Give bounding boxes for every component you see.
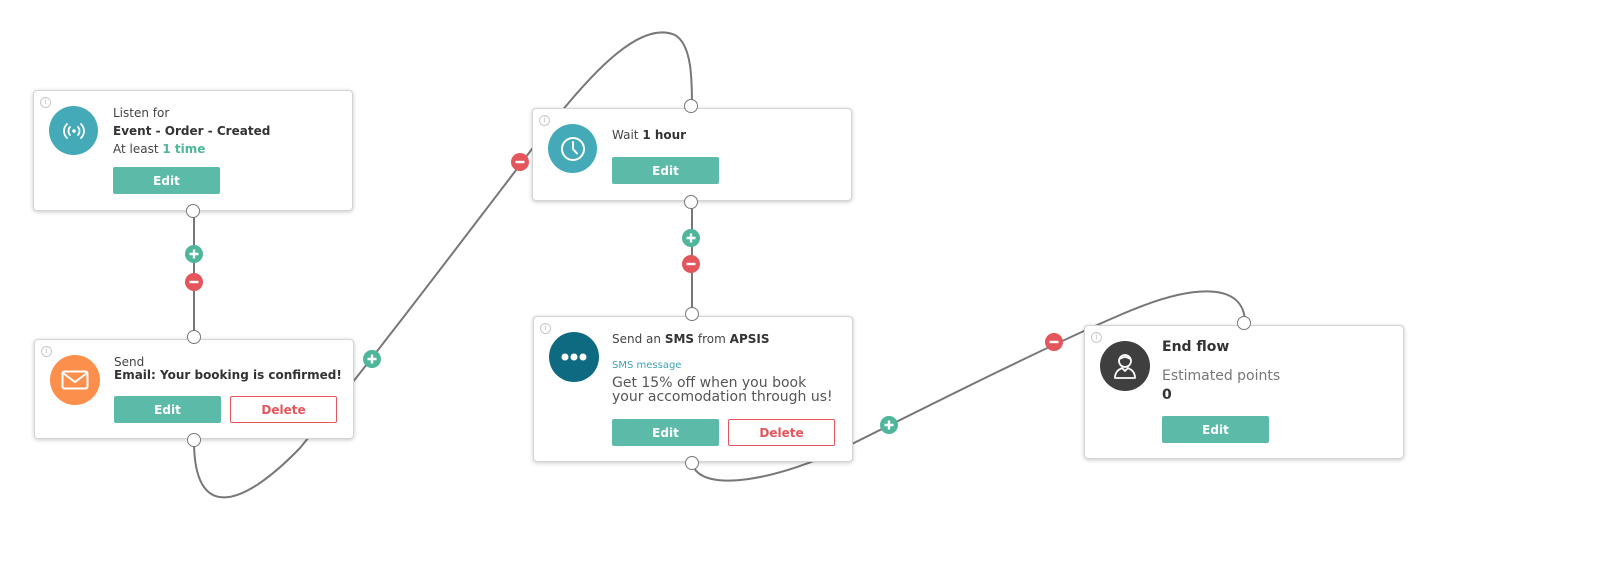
node-wait[interactable]: i Wait 1 hour Edit (532, 108, 852, 201)
wait-duration: 1 hour (642, 128, 687, 142)
port-email-in[interactable] (187, 330, 201, 344)
plus-icon (884, 420, 894, 430)
plus-icon (189, 249, 199, 259)
edit-button[interactable]: Edit (612, 419, 719, 446)
frequency: At least 1 time (113, 140, 205, 158)
minus-icon (189, 280, 199, 284)
port-wait-in[interactable] (684, 99, 698, 113)
end-flow-title: End flow (1162, 339, 1230, 355)
node-send-email[interactable]: i Send Email: Your booking is confirmed!… (34, 339, 354, 439)
points-label: Estimated points (1162, 368, 1281, 384)
node-send-sms[interactable]: i Send an SMS from APSIS SMS message Get… (533, 316, 853, 462)
info-icon[interactable]: i (40, 97, 51, 108)
port-sms-out[interactable] (685, 456, 699, 470)
event-name: Event - Order - Created (113, 124, 271, 138)
sms-heading: Send an SMS from APSIS (612, 330, 770, 348)
edit-button[interactable]: Edit (1162, 416, 1269, 443)
chat-bubble-icon (549, 332, 599, 382)
clock-icon (548, 124, 597, 173)
edit-button[interactable]: Edit (113, 167, 220, 194)
minus-icon (686, 262, 696, 266)
port-listen-out[interactable] (186, 204, 200, 218)
node-end-flow[interactable]: i End flow Estimated points 0 Edit (1084, 325, 1404, 459)
points-value: 0 (1162, 387, 1172, 403)
delete-button[interactable]: Delete (728, 419, 835, 446)
email-subject: Email: Your booking is confirmed! (114, 368, 342, 382)
port-email-out[interactable] (187, 433, 201, 447)
plus-icon (686, 233, 696, 243)
wait-text: Wait 1 hour (612, 126, 686, 144)
sms-message-body: Get 15% off when you book your accomodat… (612, 375, 833, 405)
sms-channel: SMS (664, 332, 695, 346)
port-end-in[interactable] (1237, 316, 1251, 330)
minus-icon (1049, 340, 1059, 344)
edit-button[interactable]: Edit (612, 157, 719, 184)
remove-connection-button[interactable] (1045, 333, 1063, 351)
minus-icon (515, 160, 525, 164)
edit-button[interactable]: Edit (114, 396, 221, 423)
delete-button[interactable]: Delete (230, 396, 337, 423)
node-listen-for-event[interactable]: i Listen for Event - Order - Created At … (33, 90, 353, 211)
remove-connection-button[interactable] (185, 273, 203, 291)
sms-message-label: SMS message (612, 360, 682, 371)
flow-canvas[interactable]: i Listen for Event - Order - Created At … (0, 0, 1623, 585)
add-step-button[interactable] (682, 229, 700, 247)
envelope-icon (50, 355, 100, 405)
add-step-button[interactable] (363, 350, 381, 368)
port-wait-out[interactable] (684, 195, 698, 209)
frequency-prefix: At least (113, 142, 159, 156)
remove-connection-button[interactable] (511, 153, 529, 171)
sms-sender: APSIS (729, 332, 770, 346)
add-step-button[interactable] (880, 416, 898, 434)
sms-prefix: Send an (612, 332, 661, 346)
frequency-value: 1 time (162, 142, 206, 156)
info-icon[interactable]: i (539, 115, 550, 126)
add-step-button[interactable] (185, 245, 203, 263)
connection-layer (193, 31, 1246, 499)
info-icon[interactable]: i (41, 346, 52, 357)
port-sms-in[interactable] (685, 307, 699, 321)
info-icon[interactable]: i (1091, 332, 1102, 343)
user-icon (1100, 341, 1150, 391)
info-icon[interactable]: i (540, 323, 551, 334)
sms-mid: from (697, 332, 726, 346)
listen-label: Listen for (113, 106, 170, 120)
remove-connection-button[interactable] (682, 255, 700, 273)
broadcast-icon (49, 106, 98, 155)
wait-prefix: Wait (612, 128, 639, 142)
plus-icon (367, 354, 377, 364)
